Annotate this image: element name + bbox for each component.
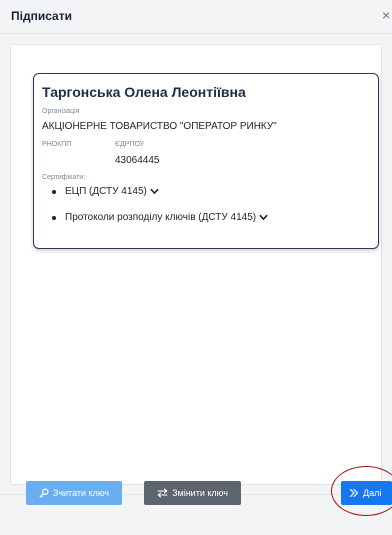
bullet-icon [52, 215, 56, 220]
swap-arrows-icon [157, 488, 168, 498]
read-key-button[interactable]: Зчитати ключ [26, 481, 122, 505]
double-chevron-right-icon [349, 488, 359, 498]
certificate-item[interactable]: ЕЦП (ДСТУ 4145) [52, 186, 159, 197]
edrpou-label: ЄДРПОУ [115, 141, 145, 148]
bullet-icon [52, 189, 56, 194]
signer-card: Таргонська Олена Леонтіївна Організація … [33, 73, 379, 249]
next-label: Далі [363, 488, 382, 498]
key-icon [39, 488, 49, 498]
rnokpp-label: РНОКПП [42, 141, 72, 148]
organization-value: АКЦІОНЕРНЕ ТОВАРИСТВО "ОПЕРАТОР РИНКУ" [42, 121, 277, 132]
signer-name: Таргонська Олена Леонтіївна [42, 84, 246, 100]
next-button[interactable]: Далі [341, 481, 392, 505]
chevron-down-icon[interactable] [259, 213, 268, 222]
organization-label: Організація [42, 108, 80, 115]
chevron-down-icon[interactable] [150, 187, 159, 196]
dialog-header: Підписати × [0, 0, 392, 34]
change-key-button[interactable]: Змінити ключ [144, 481, 241, 505]
change-key-label: Змінити ключ [172, 488, 228, 498]
read-key-label: Зчитати ключ [52, 488, 110, 498]
certificate-label: Протоколи розподілу ключів (ДСТУ 4145) [65, 212, 257, 223]
dialog-title: Підписати [11, 9, 72, 23]
certificates-label: Сертифікати: [42, 174, 86, 181]
close-icon[interactable]: × [382, 7, 390, 23]
certificate-item[interactable]: Протоколи розподілу ключів (ДСТУ 4145) [52, 212, 268, 223]
edrpou-value: 43064445 [115, 155, 160, 166]
content-panel: Таргонська Олена Леонтіївна Організація … [10, 44, 382, 485]
certificate-label: ЕЦП (ДСТУ 4145) [65, 186, 147, 197]
